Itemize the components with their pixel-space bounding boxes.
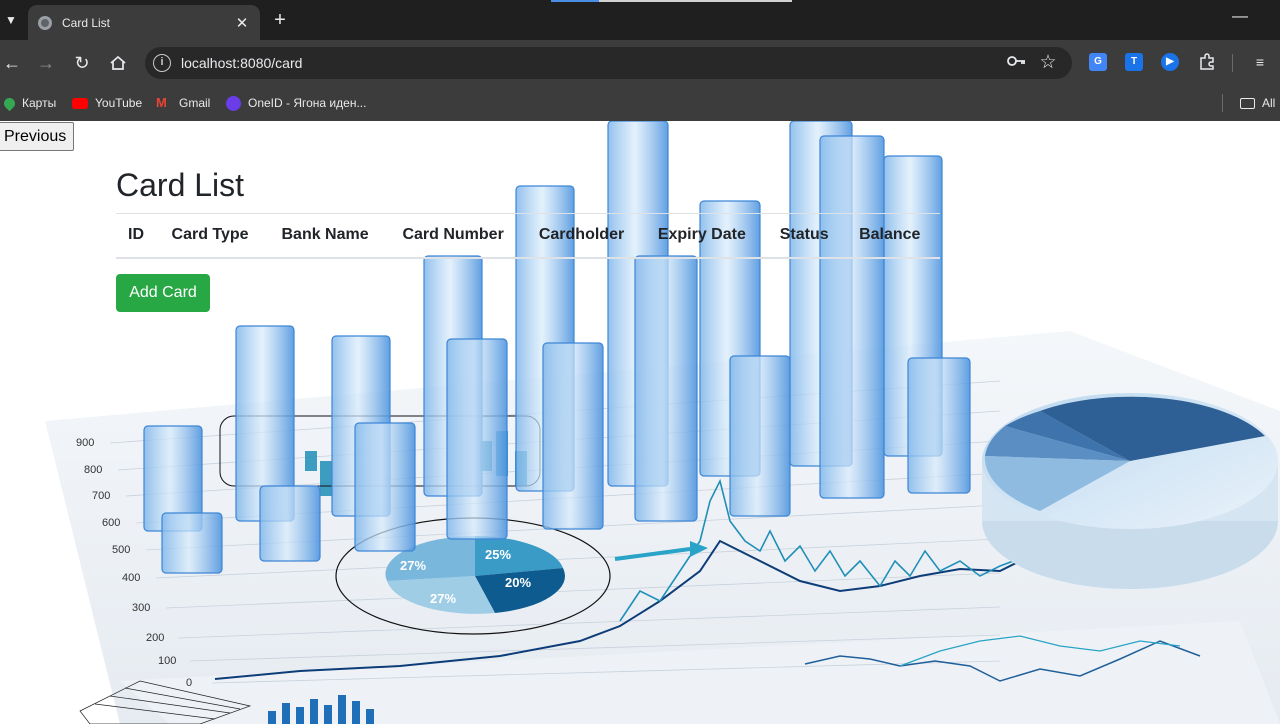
column-header-expiry-date: Expiry Date — [645, 213, 768, 259]
svg-text:0: 0 — [186, 677, 192, 689]
tab-strip: ▼ Card List ✕ + — — [0, 0, 1280, 40]
svg-text:800: 800 — [84, 464, 102, 476]
bookmark-youtube[interactable]: YouTube — [72, 93, 142, 113]
folder-icon — [1240, 97, 1255, 109]
loading-indicator — [551, 0, 792, 2]
svg-text:200: 200 — [146, 632, 164, 644]
minimize-window-icon[interactable]: — — [1232, 8, 1248, 30]
svg-text:27%: 27% — [400, 558, 426, 573]
extensions-puzzle-icon[interactable] — [1196, 51, 1218, 73]
tab-title: Card List — [62, 15, 111, 30]
bookmark-gmail[interactable]: M Gmail — [156, 93, 210, 113]
bookmark-star-icon[interactable]: ☆ — [1038, 52, 1058, 73]
close-tab-icon[interactable]: ✕ — [234, 14, 250, 32]
bookmark-oneid[interactable]: OneID - Ягона иден... — [226, 93, 366, 113]
background-image: 900 800 700 600 500 400 300 200 100 0 27… — [45, 121, 1280, 724]
previous-button[interactable]: Previous — [0, 122, 75, 151]
card-table: ID Card Type Bank Name Card Number Cardh… — [116, 213, 940, 259]
all-bookmarks-button[interactable]: All — [1240, 93, 1275, 113]
column-header-id: ID — [116, 213, 160, 259]
svg-text:500: 500 — [112, 544, 130, 556]
svg-text:700: 700 — [92, 490, 110, 502]
svg-text:600: 600 — [102, 517, 120, 529]
bookmark-maps[interactable]: Карты — [1, 93, 57, 113]
page-title: Card List — [116, 167, 245, 203]
maps-icon — [1, 95, 18, 111]
all-bookmarks-label: All — [1262, 96, 1276, 110]
column-header-card-type: Card Type — [159, 213, 270, 259]
column-header-bank-name: Bank Name — [269, 213, 391, 259]
page-viewport: 900 800 700 600 500 400 300 200 100 0 27… — [0, 121, 1280, 724]
translate-icon[interactable]: T — [1125, 53, 1143, 71]
gmail-icon: M — [156, 95, 167, 110]
add-card-button[interactable]: Add Card — [116, 274, 210, 312]
bookmark-label: Gmail — [179, 96, 211, 110]
new-tab-button[interactable]: + — [270, 9, 290, 31]
globe-icon — [38, 15, 52, 30]
bookmark-label: Карты — [22, 96, 57, 110]
forward-arrow-icon[interactable]: → — [34, 51, 58, 75]
zoom-extension-icon[interactable]: ▶ — [1161, 53, 1179, 71]
translate-extension-icon[interactable]: G — [1089, 53, 1107, 71]
key-icon[interactable] — [1007, 53, 1027, 73]
svg-text:900: 900 — [76, 437, 94, 449]
oneid-icon — [226, 95, 241, 111]
reading-list-icon[interactable]: ≡ — [1250, 51, 1270, 73]
browser-toolbar: ← → ↻ i localhost:8080/card ☆ G T ▶ ≡ — [0, 40, 1280, 86]
site-info-icon[interactable]: i — [153, 54, 171, 72]
address-bar[interactable]: i localhost:8080/card ☆ — [145, 47, 1072, 79]
youtube-icon — [72, 97, 88, 109]
svg-text:25%: 25% — [485, 547, 511, 562]
bookmarks-bar: Карты YouTube M Gmail OneID - Ягона иден… — [0, 86, 1280, 121]
svg-text:20%: 20% — [505, 575, 531, 590]
svg-text:100: 100 — [158, 655, 176, 667]
svg-text:27%: 27% — [430, 591, 456, 606]
column-header-cardholder: Cardholder — [526, 213, 646, 259]
column-header-card-number: Card Number — [390, 213, 527, 259]
column-header-status: Status — [767, 213, 848, 259]
column-header-balance: Balance — [847, 213, 940, 259]
table-header-row: ID Card Type Bank Name Card Number Cardh… — [116, 213, 940, 259]
reload-icon[interactable]: ↻ — [70, 51, 94, 75]
svg-text:300: 300 — [132, 602, 150, 614]
toolbar-divider — [1232, 54, 1233, 72]
url-text[interactable]: localhost:8080/card — [181, 55, 302, 71]
home-icon[interactable] — [106, 51, 130, 75]
bookmarks-divider — [1222, 94, 1223, 112]
tab-search-chevron-icon[interactable]: ▼ — [0, 6, 22, 34]
bookmark-label: YouTube — [95, 96, 143, 110]
svg-text:400: 400 — [122, 572, 140, 584]
bookmark-label: OneID - Ягона иден... — [248, 96, 367, 110]
tab-card-list[interactable]: Card List ✕ — [28, 5, 260, 40]
back-arrow-icon[interactable]: ← — [0, 51, 24, 75]
